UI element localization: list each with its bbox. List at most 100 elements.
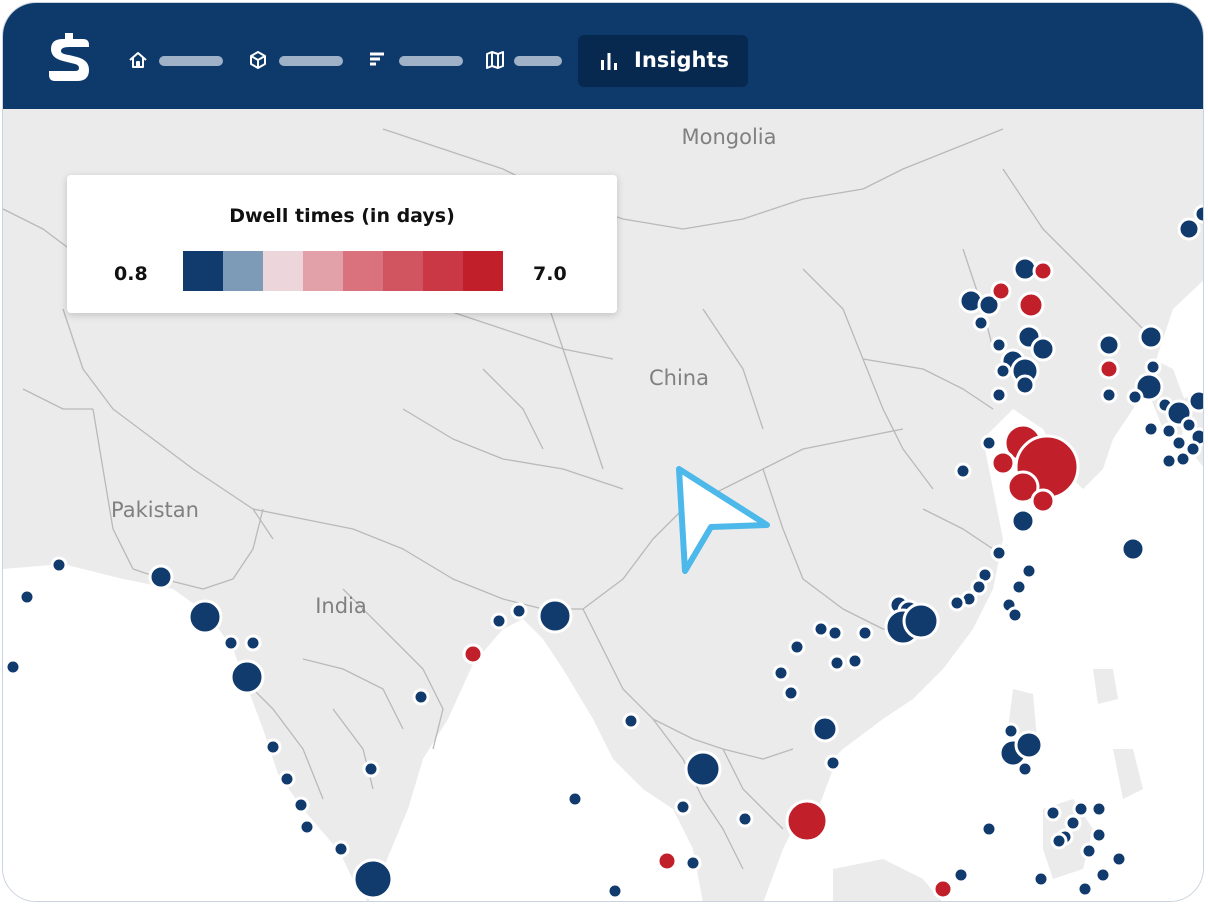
port-marker[interactable] [1076,880,1094,898]
port-marker[interactable] [1097,333,1121,357]
port-marker[interactable] [148,564,174,590]
port-marker[interactable] [788,638,806,656]
port-marker[interactable] [812,620,830,638]
port-marker[interactable] [972,314,990,332]
port-marker[interactable] [1030,488,1056,514]
port-marker[interactable] [684,750,722,788]
nav-item-list[interactable] [367,49,463,73]
port-marker[interactable] [736,810,754,828]
port-marker[interactable] [1050,832,1068,850]
port-marker[interactable] [1098,358,1120,380]
port-marker[interactable] [222,634,240,652]
port-marker[interactable] [1064,814,1082,832]
port-marker[interactable] [566,790,584,808]
port-marker[interactable] [990,280,1012,302]
legend-swatch [303,251,343,291]
port-marker[interactable] [902,602,940,640]
port-marker[interactable] [990,386,1008,404]
port-marker[interactable] [1080,842,1098,860]
port-marker[interactable] [970,578,988,596]
port-marker[interactable] [1002,722,1020,740]
port-marker[interactable] [1120,536,1146,562]
port-marker[interactable] [1032,260,1054,282]
port-marker[interactable] [490,612,508,630]
tab-insights[interactable]: Insights [578,35,748,87]
port-marker[interactable] [1138,324,1164,350]
port-marker[interactable] [684,854,702,872]
port-marker[interactable] [537,598,573,634]
port-marker[interactable] [1010,508,1036,534]
port-marker[interactable] [826,624,844,642]
nav-item-home[interactable] [127,49,223,73]
port-marker[interactable] [1187,389,1204,413]
port-marker[interactable] [674,798,692,816]
port-marker[interactable] [1100,386,1118,404]
port-marker[interactable] [856,624,874,642]
port-marker[interactable] [1014,374,1036,396]
port-marker[interactable] [292,796,310,814]
port-marker[interactable] [1020,562,1038,580]
port-marker[interactable] [244,634,262,652]
port-marker[interactable] [1044,804,1062,822]
port-marker[interactable] [362,760,380,778]
port-marker[interactable] [785,799,829,843]
port-marker[interactable] [994,362,1012,380]
port-marker[interactable] [1174,450,1192,468]
port-marker[interactable] [952,866,970,884]
port-marker[interactable] [298,818,316,836]
port-marker[interactable] [1094,866,1112,884]
port-marker[interactable] [1193,204,1204,224]
port-marker[interactable] [980,820,998,838]
port-marker[interactable] [990,336,1008,354]
port-marker[interactable] [18,588,36,606]
port-marker[interactable] [352,858,394,900]
legend-swatch [343,251,383,291]
port-marker[interactable] [1017,291,1045,319]
port-marker[interactable] [954,462,972,480]
port-marker[interactable] [4,658,22,676]
port-marker[interactable] [510,602,528,620]
port-marker[interactable] [1090,826,1108,844]
port-marker[interactable] [1110,850,1128,868]
port-marker[interactable] [782,684,800,702]
port-marker[interactable] [229,659,265,695]
port-marker[interactable] [980,434,998,452]
port-marker[interactable] [1014,730,1044,760]
port-marker[interactable] [1170,434,1188,452]
port-marker[interactable] [824,754,842,772]
port-marker[interactable] [1090,800,1108,818]
port-marker[interactable] [1006,606,1024,624]
port-marker[interactable] [656,850,678,872]
port-marker[interactable] [932,878,954,900]
port-marker[interactable] [772,664,790,682]
port-marker[interactable] [1142,420,1160,438]
port-marker[interactable] [1010,578,1028,596]
port-marker[interactable] [1016,760,1034,778]
port-marker[interactable] [1072,800,1090,818]
port-marker[interactable] [948,594,966,612]
port-marker[interactable] [1160,422,1178,440]
port-marker[interactable] [990,450,1016,476]
port-marker[interactable] [412,688,430,706]
port-marker[interactable] [1144,358,1162,376]
nav-item-packages[interactable] [247,49,343,73]
port-marker[interactable] [264,738,282,756]
port-marker[interactable] [1177,217,1201,241]
stylized-s-logo-icon[interactable] [45,33,93,85]
port-marker[interactable] [1032,870,1050,888]
port-marker[interactable] [187,599,223,635]
port-marker[interactable] [1030,336,1056,362]
port-marker[interactable] [846,652,864,670]
port-marker[interactable] [462,643,484,665]
port-marker[interactable] [811,715,839,743]
port-marker[interactable] [606,882,624,900]
port-marker[interactable] [332,840,350,858]
port-marker[interactable] [828,654,846,672]
port-marker[interactable] [1126,388,1144,406]
port-marker[interactable] [990,544,1008,562]
port-marker[interactable] [50,556,68,574]
port-marker[interactable] [1160,452,1178,470]
nav-item-map[interactable] [484,49,564,73]
port-marker[interactable] [278,770,296,788]
port-marker[interactable] [622,712,640,730]
